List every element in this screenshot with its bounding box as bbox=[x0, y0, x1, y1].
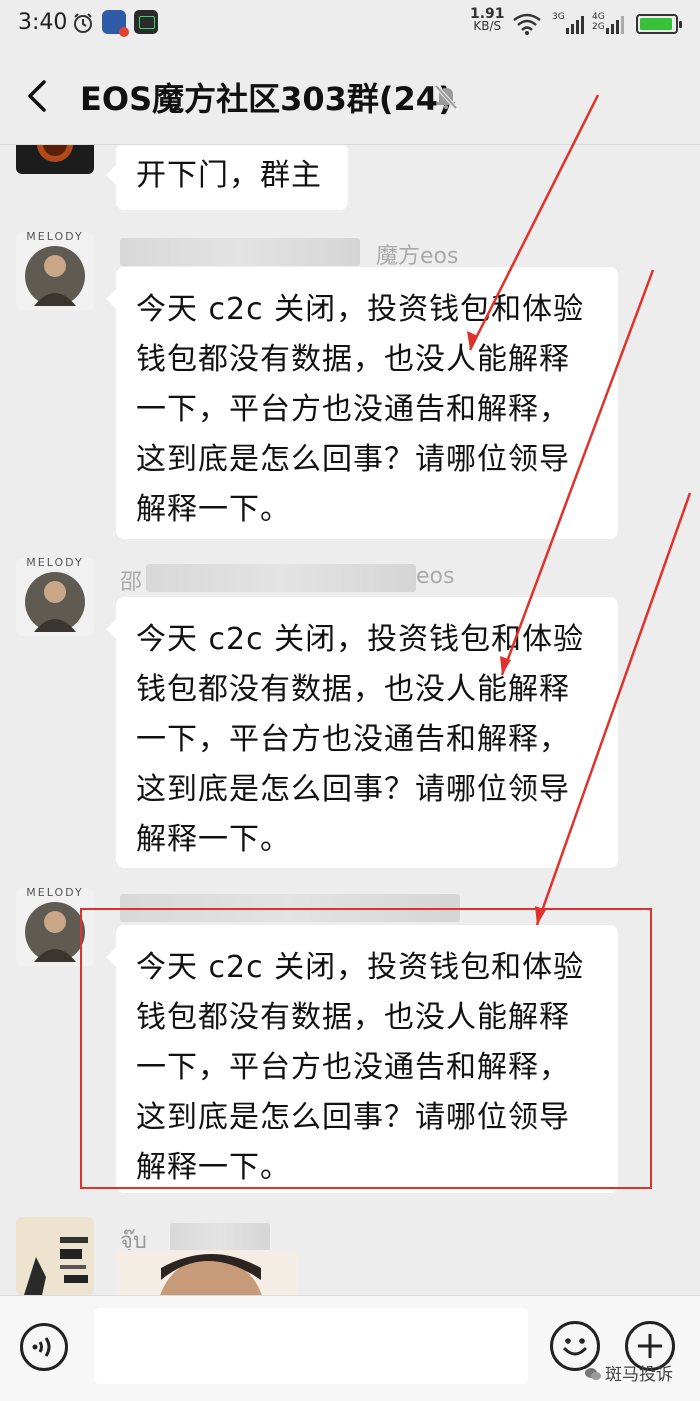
avatar-caption: MELODY bbox=[26, 558, 84, 569]
message-bubble[interactable]: 今天 c2c 关闭，投资钱包和体验钱包都没有数据，也没人能解释一下，平台方也没通… bbox=[106, 267, 618, 539]
message-bubble[interactable]: 开下门，群主 bbox=[106, 145, 348, 210]
avatar-caption: MELODY bbox=[26, 888, 84, 899]
voice-icon bbox=[32, 1337, 51, 1357]
battery-icon bbox=[636, 14, 682, 34]
sim1-label: 3G bbox=[552, 12, 565, 22]
sender-name-text: eos bbox=[416, 564, 455, 589]
net-speed: 1.91 KB/S bbox=[470, 7, 505, 33]
sender-name: 邵 eos bbox=[120, 558, 480, 598]
sender-name: 魔方eos bbox=[120, 232, 480, 272]
status-time: 3:40 bbox=[18, 10, 68, 35]
wifi-icon bbox=[513, 13, 541, 35]
annotation-highlight-box bbox=[80, 908, 652, 1189]
notification-app-icon-2 bbox=[134, 10, 158, 34]
image-message[interactable] bbox=[116, 1250, 298, 1295]
avatar[interactable] bbox=[16, 145, 94, 174]
signal-sim2-icon: 4G 2G bbox=[592, 12, 630, 36]
chat-header: EOS魔方社区303群(24) bbox=[0, 48, 700, 145]
bell-off-icon bbox=[434, 84, 458, 110]
chat-area[interactable]: 开下门，群主 MELODY 魔方eos 今天 c2c 关闭，投资钱包和体验钱包都… bbox=[0, 145, 700, 1295]
redacted-name bbox=[146, 564, 416, 592]
avatar[interactable]: MELODY bbox=[16, 232, 94, 310]
watermark-text: 斑马投诉 bbox=[605, 1365, 673, 1385]
sender-name-prefix: 邵 bbox=[120, 570, 143, 595]
status-bar: 3:40 1.91 KB/S 3G 4G 2G bbox=[0, 0, 700, 48]
input-bar bbox=[0, 1295, 700, 1401]
watermark: 斑马投诉 bbox=[585, 1360, 673, 1385]
sender-name-text: 魔方eos bbox=[376, 244, 459, 269]
avatar[interactable] bbox=[16, 1217, 94, 1295]
signal-sim1-icon: 3G bbox=[552, 12, 590, 36]
wechat-logo-icon bbox=[585, 1368, 601, 1380]
redacted-name bbox=[120, 238, 360, 266]
net-speed-unit: KB/S bbox=[473, 19, 502, 33]
battery-fill bbox=[640, 18, 672, 30]
message-input[interactable] bbox=[94, 1308, 528, 1384]
redacted-name bbox=[170, 1223, 270, 1251]
sim2-label: 4G 2G bbox=[592, 12, 605, 32]
chat-title: EOS魔方社区303群(24) bbox=[80, 80, 453, 118]
notification-app-icon bbox=[102, 10, 129, 37]
back-button[interactable] bbox=[18, 76, 58, 116]
avatar-caption: MELODY bbox=[26, 232, 84, 243]
voice-button[interactable] bbox=[20, 1323, 68, 1371]
message-bubble[interactable]: 今天 c2c 关闭，投资钱包和体验钱包都没有数据，也没人能解释一下，平台方也没通… bbox=[106, 597, 618, 868]
alarm-icon bbox=[74, 13, 92, 33]
avatar[interactable]: MELODY bbox=[16, 558, 94, 636]
